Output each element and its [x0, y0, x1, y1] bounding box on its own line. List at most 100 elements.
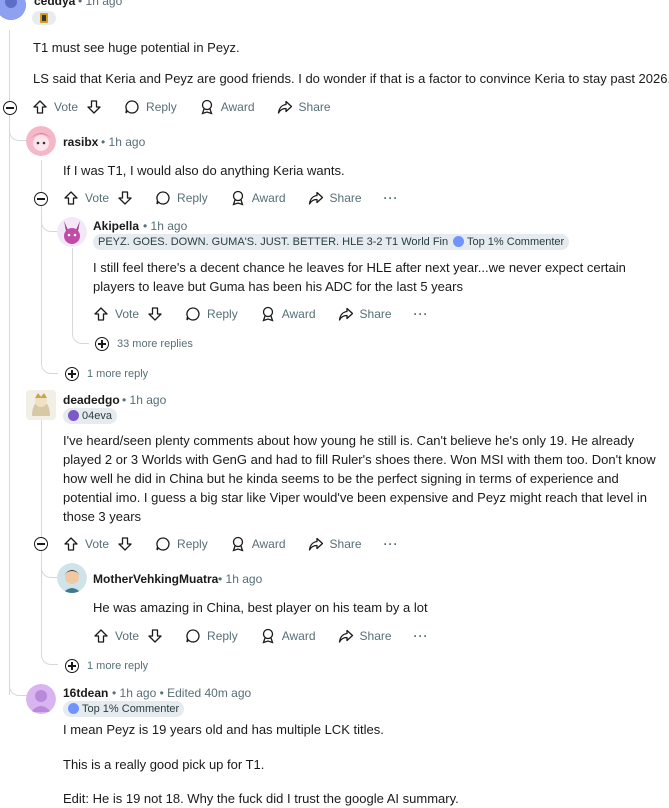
avatar[interactable] — [26, 126, 56, 156]
award-icon — [232, 190, 244, 206]
user-flair: PEYZ. GOES. DOWN. GUMA'S. JUST. BETTER. … — [93, 234, 468, 250]
comment-body: This is a really good pick up for T1. — [63, 757, 265, 772]
username[interactable]: MotherVehkingMuatra — [93, 572, 218, 586]
downvote-icon[interactable] — [117, 190, 133, 206]
username[interactable]: Akipella — [93, 219, 139, 233]
thread-curve — [41, 205, 59, 232]
user-flair-icon — [32, 11, 56, 25]
thread-curve — [41, 646, 58, 665]
more-options-button[interactable]: ··· — [384, 191, 399, 205]
comment-body: T1 must see huge potential in Peyz. — [33, 40, 240, 55]
downvote-icon[interactable] — [147, 306, 163, 322]
share-icon — [338, 307, 353, 321]
upvote-icon[interactable] — [63, 536, 79, 552]
upvote-icon[interactable] — [63, 190, 79, 206]
share-button[interactable]: Share — [338, 306, 392, 322]
thread-curve — [41, 355, 58, 374]
thread-line — [41, 160, 42, 360]
username[interactable]: 16tdean — [63, 686, 108, 700]
vote-label: Vote — [54, 100, 79, 114]
collapse-button[interactable] — [34, 537, 48, 551]
reply-button[interactable]: Reply — [124, 99, 177, 115]
vote-label: Vote — [115, 307, 140, 321]
collapse-button[interactable] — [34, 192, 48, 206]
vote-label: Vote — [115, 629, 140, 643]
comment-actions: Vote Reply Award Share ··· — [63, 188, 399, 208]
downvote-icon[interactable] — [86, 99, 102, 115]
downvote-icon[interactable] — [147, 628, 163, 644]
comment-body: I still feel there's a decent chance he … — [93, 260, 626, 294]
vote-label: Vote — [85, 191, 110, 205]
top-commenter-icon — [68, 703, 79, 714]
thread-curve — [9, 115, 27, 141]
more-options-button[interactable]: ··· — [414, 307, 429, 321]
vote-control: Vote — [63, 536, 133, 552]
reply-icon — [186, 307, 200, 321]
comment-body: I've heard/seen plenty comments about ho… — [63, 433, 656, 524]
award-button[interactable]: Award — [260, 306, 316, 322]
expand-replies-icon[interactable] — [65, 659, 79, 673]
reply-button[interactable]: Reply — [155, 190, 208, 206]
reply-button[interactable]: Reply — [185, 306, 238, 322]
comment-body: Edit: He is 19 not 18. Why the fuck did … — [63, 791, 459, 806]
avatar[interactable] — [57, 217, 87, 247]
award-icon — [262, 306, 274, 322]
expand-replies-icon[interactable] — [65, 367, 79, 381]
vote-control: Vote — [93, 306, 163, 322]
username[interactable]: deadedgo — [63, 393, 120, 407]
collapse-button[interactable] — [3, 101, 17, 115]
comment-body: He was amazing in China, best player on … — [93, 600, 428, 615]
award-icon — [232, 536, 244, 552]
username[interactable]: ceddya — [34, 0, 75, 8]
comment-time: • 1h ago — [101, 135, 146, 149]
more-options-button[interactable]: ··· — [384, 537, 399, 551]
more-options-button[interactable]: ··· — [414, 629, 429, 643]
share-button[interactable]: Share — [338, 628, 392, 644]
comment-time: • 1h ago — [78, 0, 123, 8]
vote-control: Vote — [63, 190, 133, 206]
reply-icon — [125, 100, 139, 114]
upvote-icon[interactable] — [93, 628, 109, 644]
comment-actions: Vote Reply Award Share ··· — [93, 304, 429, 324]
reply-button[interactable]: Reply — [155, 536, 208, 552]
comment-time: • 1h ago — [143, 219, 188, 233]
top-commenter-badge: Top 1% Commenter — [448, 234, 570, 250]
username[interactable]: rasibx — [63, 135, 98, 149]
avatar[interactable] — [0, 0, 26, 20]
user-flair: 04eva — [63, 408, 117, 424]
downvote-icon[interactable] — [117, 536, 133, 552]
reply-icon — [186, 629, 200, 643]
more-replies-link[interactable]: 33 more replies — [117, 338, 193, 350]
share-icon — [338, 629, 353, 643]
thread-curve — [72, 320, 89, 344]
upvote-icon[interactable] — [93, 306, 109, 322]
comment-body: If I was T1, I would also do anything Ke… — [63, 163, 345, 178]
more-replies-link[interactable]: 1 more reply — [87, 368, 148, 380]
share-icon — [308, 191, 323, 205]
comment-time: • 1h ago — [218, 572, 263, 586]
upvote-icon[interactable] — [32, 99, 48, 115]
comment-body: LS said that Keria and Peyz are good fri… — [33, 71, 669, 86]
share-button[interactable]: Share — [308, 536, 362, 552]
avatar[interactable] — [57, 563, 87, 593]
thread-curve — [41, 550, 59, 578]
avatar[interactable] — [26, 390, 56, 420]
award-button[interactable]: Award — [260, 628, 316, 644]
top-commenter-icon — [453, 236, 464, 247]
top-commenter-badge: Top 1% Commenter — [63, 701, 185, 717]
award-button[interactable]: Award — [230, 190, 286, 206]
share-icon — [277, 100, 292, 114]
share-button[interactable]: Share — [277, 99, 331, 115]
flair-icon — [68, 410, 79, 421]
more-replies-link[interactable]: 1 more reply — [87, 660, 148, 672]
award-button[interactable]: Award — [199, 99, 255, 115]
reply-button[interactable]: Reply — [185, 628, 238, 644]
award-icon — [262, 628, 274, 644]
avatar[interactable] — [26, 684, 56, 714]
award-button[interactable]: Award — [230, 536, 286, 552]
vote-control: Vote — [93, 628, 163, 644]
share-icon — [308, 537, 323, 551]
expand-replies-icon[interactable] — [95, 337, 109, 351]
share-button[interactable]: Share — [308, 190, 362, 206]
vote-control: Vote — [32, 99, 102, 115]
